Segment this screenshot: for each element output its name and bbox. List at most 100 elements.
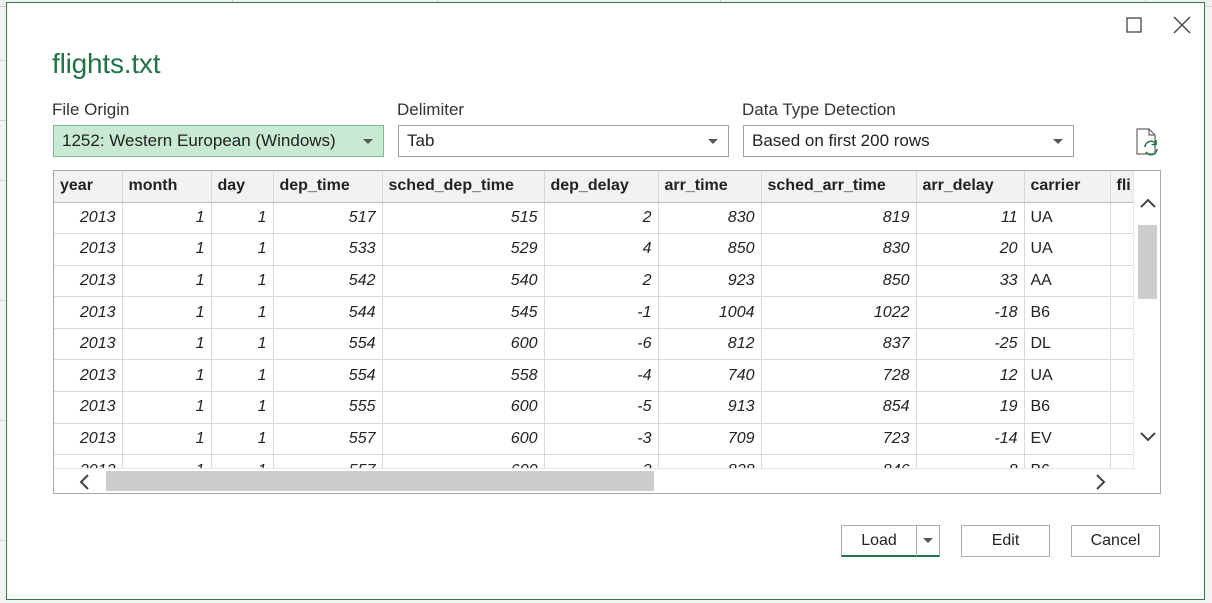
table-cell: 1 [211,265,274,298]
maximize-button[interactable] [1119,11,1149,39]
table-cell: AA [1024,265,1111,298]
delimiter-value: Tab [407,131,435,150]
horizontal-scrollbar[interactable] [54,468,1136,493]
column-header[interactable]: dep_time [273,171,383,203]
scrollbar-corner [1134,469,1160,493]
table-cell: 517 [273,202,383,235]
table-row: 2013 1 1 555 600 -5 913 854 19 B6 [54,391,1151,424]
table-cell: 1 [122,296,212,329]
import-dialog: flights.txt File Origin Delimiter Data T… [6,2,1205,600]
close-button[interactable] [1167,11,1197,39]
table-cell: 2013 [54,328,123,361]
table-cell: 557 [273,423,383,456]
table-cell: 830 [761,233,917,266]
column-header[interactable]: carrier [1024,171,1111,203]
table-cell: 544 [273,296,383,329]
table-row: 2013 1 1 557 600 -3 709 723 -14 EV [54,423,1151,456]
table-cell: B6 [1024,391,1111,424]
file-origin-value: 1252: Western European (Windows) [62,131,336,150]
load-button[interactable]: Load [842,526,916,556]
chevron-down-icon [708,139,718,144]
load-options-button[interactable] [917,526,939,556]
table-cell: 515 [382,202,545,235]
table-cell: 4 [544,233,659,266]
column-header[interactable]: sched_arr_time [761,171,917,203]
table-cell: 923 [658,265,762,298]
preview-table: year month day dep_time sched_dep_time d… [54,171,1151,487]
table-cell: UA [1024,233,1111,266]
table-cell: -5 [544,391,659,424]
chevron-down-icon [923,538,933,543]
table-cell: 913 [658,391,762,424]
column-header[interactable]: dep_delay [544,171,659,203]
table-cell: 600 [382,423,545,456]
table-cell: 2 [544,265,659,298]
edit-button[interactable]: Edit [961,525,1050,557]
table-cell: 854 [761,391,917,424]
load-split-button: Load [841,525,940,557]
table-cell: 2013 [54,265,123,298]
table-cell: 1 [211,359,274,393]
column-header[interactable]: sched_dep_time [382,171,545,203]
table-cell: 12 [916,359,1025,393]
table-cell: 830 [658,202,762,235]
table-cell: 837 [761,328,917,361]
data-type-detection-value: Based on first 200 rows [752,131,930,150]
close-icon [1173,16,1191,34]
table-cell: 2013 [54,423,123,456]
cancel-button[interactable]: Cancel [1071,525,1160,557]
table-cell: 1 [122,202,212,235]
maximize-icon [1126,17,1142,33]
column-header[interactable]: day [211,171,274,203]
table-cell: 2013 [54,202,123,235]
table-cell: 540 [382,265,545,298]
table-cell: -1 [544,296,659,329]
table-cell: 558 [382,359,545,393]
column-header[interactable]: month [122,171,212,203]
chevron-down-icon[interactable] [1139,431,1157,443]
table-cell: 19 [916,391,1025,424]
chevron-up-icon[interactable] [1139,197,1157,209]
table-cell: 1004 [658,296,762,329]
table-header-row: year month day dep_time sched_dep_time d… [54,171,1151,203]
dialog-title: flights.txt [52,48,161,79]
refresh-preview-button[interactable] [1134,127,1162,157]
chevron-left-icon[interactable] [78,473,90,491]
table-cell: -25 [916,328,1025,361]
table-cell: 1 [122,233,212,266]
table-cell: 33 [916,265,1025,298]
horizontal-scroll-thumb[interactable] [106,471,654,491]
vertical-scrollbar[interactable] [1133,171,1160,471]
table-cell: EV [1024,423,1111,456]
delimiter-label: Delimiter [397,100,465,119]
table-cell: 740 [658,359,762,393]
file-origin-label: File Origin [52,100,130,119]
table-cell: 2 [544,202,659,235]
vertical-scroll-thumb[interactable] [1138,225,1157,299]
file-origin-dropdown[interactable]: 1252: Western European (Windows) [53,125,384,157]
table-cell: -6 [544,328,659,361]
column-header[interactable]: arr_time [658,171,762,203]
table-row: 2013 1 1 533 529 4 850 830 20 UA [54,233,1151,266]
table-cell: 850 [658,233,762,266]
table-cell: 2013 [54,359,123,393]
table-cell: 542 [273,265,383,298]
table-cell: UA [1024,202,1111,235]
data-type-detection-dropdown[interactable]: Based on first 200 rows [743,125,1074,157]
column-header[interactable]: year [54,171,123,203]
data-type-detection-label: Data Type Detection [742,100,896,119]
table-cell: 2013 [54,296,123,329]
table-cell: 1 [122,328,212,361]
table-cell: 850 [761,265,917,298]
table-cell: UA [1024,359,1111,393]
delimiter-dropdown[interactable]: Tab [398,125,729,157]
chevron-right-icon[interactable] [1095,473,1107,491]
table-row: 2013 1 1 554 600 -6 812 837 -25 DL [54,328,1151,361]
column-header[interactable]: arr_delay [916,171,1025,203]
table-cell: 723 [761,423,917,456]
table-cell: 819 [761,202,917,235]
table-cell: 20 [916,233,1025,266]
table-cell: 1 [211,202,274,235]
chevron-down-icon [363,139,373,144]
table-cell: 1 [122,391,212,424]
